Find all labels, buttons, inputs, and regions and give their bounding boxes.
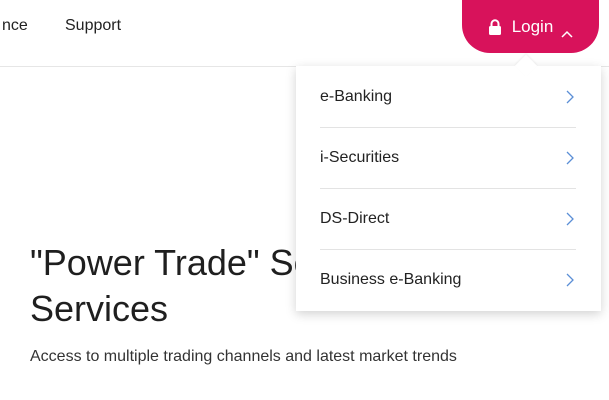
chevron-right-icon [566,90,574,103]
chevron-right-icon [566,273,574,286]
menu-item-label: Business e-Banking [320,270,462,288]
login-button[interactable]: Login [462,0,599,53]
login-dropdown-menu: e-Banking i-Securities DS-Direct Busines… [296,54,601,311]
chevron-right-icon [566,212,574,225]
nav-link-support[interactable]: Support [65,17,121,35]
hero-subtitle: Access to multiple trading channels and … [30,348,457,365]
menu-item-label: i-Securities [320,148,400,166]
page: nce Support Login "Power Trade" Securiti… [0,0,609,400]
menu-item-ds-direct[interactable]: DS-Direct [320,188,576,250]
menu-item-i-securities[interactable]: i-Securities [320,127,576,189]
menu-item-label: DS-Direct [320,209,390,227]
top-navigation: nce Support Login [0,0,609,67]
menu-item-business-e-banking[interactable]: Business e-Banking [320,249,576,310]
login-label: Login [511,16,554,36]
nav-link-truncated[interactable]: nce [2,17,28,35]
menu-item-label: e-Banking [320,87,393,105]
lock-icon [488,18,502,35]
menu-item-e-banking[interactable]: e-Banking [320,66,576,128]
chevron-right-icon [566,151,574,164]
chevron-up-icon [561,23,573,38]
